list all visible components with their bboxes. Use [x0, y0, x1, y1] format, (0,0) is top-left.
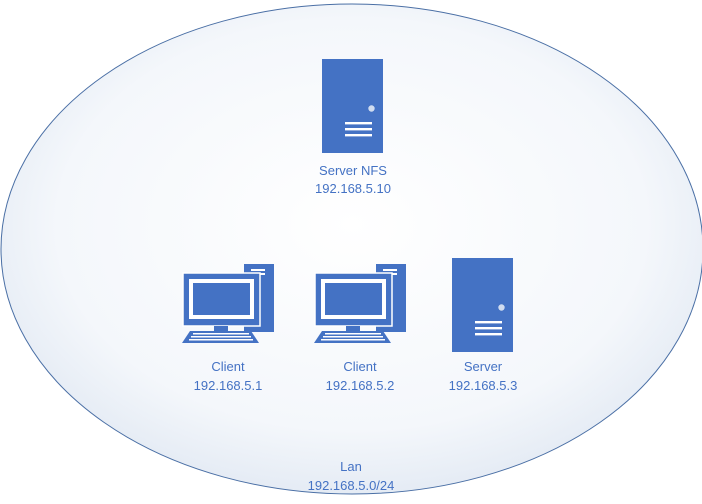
- nfs-server-ip-label: 192.168.5.10: [315, 181, 391, 196]
- client-2-desktop-icon: [314, 264, 406, 343]
- server-ip-label: 192.168.5.3: [449, 378, 518, 393]
- client-1-desktop-icon: [182, 264, 274, 343]
- client-1-name-label: Client: [211, 359, 245, 374]
- server-name-label: Server: [464, 359, 503, 374]
- server-icon: [452, 258, 513, 352]
- nfs-server-icon: [322, 59, 383, 153]
- client-2-name-label: Client: [343, 359, 377, 374]
- client-1-ip-label: 192.168.5.1: [194, 378, 263, 393]
- nfs-server-name-label: Server NFS: [319, 163, 387, 178]
- lan-name-label: Lan: [340, 459, 362, 474]
- network-diagram: Server NFS 192.168.5.10 Client 192.168.5…: [0, 3, 702, 495]
- client-2-ip-label: 192.168.5.2: [326, 378, 395, 393]
- lan-subnet-label: 192.168.5.0/24: [308, 478, 395, 493]
